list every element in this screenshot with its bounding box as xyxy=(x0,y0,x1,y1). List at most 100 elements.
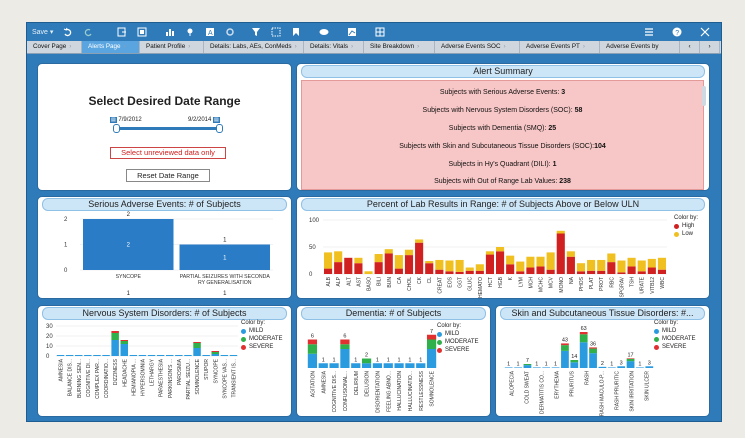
moderate-bar[interactable] xyxy=(570,360,579,363)
text-icon[interactable]: A xyxy=(200,23,220,41)
low-bar[interactable] xyxy=(334,251,343,263)
low-bar[interactable] xyxy=(404,249,414,256)
mild-bar[interactable] xyxy=(220,355,229,356)
mild-bar[interactable] xyxy=(551,367,560,368)
low-bar[interactable] xyxy=(435,259,444,270)
tab-adverse-events-by[interactable]: Adverse Events by xyxy=(600,41,680,53)
alert-line-dementia[interactable]: Subjects with Dementia (SMQ): 25 xyxy=(302,125,703,132)
select-unreviewed-button[interactable]: Select unreviewed data only xyxy=(110,147,226,159)
mild-bar[interactable] xyxy=(626,361,635,368)
moderate-bar[interactable] xyxy=(111,333,119,340)
mild-bar[interactable] xyxy=(351,363,361,368)
tab-alerts-page[interactable]: Alerts Page › xyxy=(82,41,140,53)
tab-site-breakdown[interactable]: Site Breakdown › xyxy=(364,41,435,53)
mild-bar[interactable] xyxy=(394,363,404,368)
high-bar[interactable] xyxy=(324,268,333,274)
low-bar[interactable] xyxy=(384,249,393,254)
severe-bar[interactable] xyxy=(579,332,588,335)
high-bar[interactable] xyxy=(404,255,414,274)
mild-bar[interactable] xyxy=(617,366,626,368)
alert-line-sae[interactable]: Subjects with Serious Adverse Events: 3 xyxy=(302,89,703,96)
tab-scroll-left-icon[interactable]: ‹ xyxy=(680,41,700,53)
high-bar[interactable] xyxy=(506,264,515,274)
low-bar[interactable] xyxy=(647,258,656,268)
mild-bar[interactable] xyxy=(93,355,101,356)
low-bar[interactable] xyxy=(657,257,666,270)
eye-icon[interactable] xyxy=(314,23,334,41)
legend-item-mild[interactable]: MILD xyxy=(241,328,283,334)
moderate-bar[interactable] xyxy=(361,358,372,364)
high-bar[interactable] xyxy=(657,269,666,274)
mild-bar[interactable] xyxy=(329,363,339,368)
alert-line-labs[interactable]: Subjects with Out of Range Lab Values: 2… xyxy=(302,178,703,185)
date-start-handle[interactable] xyxy=(113,124,120,133)
mild-bar[interactable] xyxy=(175,355,183,356)
low-bar[interactable] xyxy=(637,260,646,272)
legend-item-mild[interactable]: MILD xyxy=(654,328,696,334)
filter-icon[interactable] xyxy=(246,23,266,41)
high-bar[interactable] xyxy=(556,233,565,275)
severe-bar[interactable] xyxy=(589,347,597,349)
mild-bar[interactable] xyxy=(561,350,569,368)
high-bar[interactable] xyxy=(435,269,444,274)
mild-bar[interactable] xyxy=(211,354,220,356)
import-icon[interactable] xyxy=(132,23,152,41)
save-menu[interactable]: Save ▾ xyxy=(27,23,58,41)
mild-bar[interactable] xyxy=(532,367,541,368)
mild-bar[interactable] xyxy=(636,367,644,368)
mild-bar[interactable] xyxy=(65,355,74,356)
severe-bar[interactable] xyxy=(626,358,635,359)
mild-bar[interactable] xyxy=(598,366,607,368)
low-bar[interactable] xyxy=(526,256,535,268)
tab-adverse-events-pt[interactable]: Adverse Events PT › xyxy=(520,41,600,53)
high-bar[interactable] xyxy=(546,269,555,274)
moderate-bar[interactable] xyxy=(340,344,350,349)
legend-item-severe[interactable]: SEVERE xyxy=(654,344,696,350)
legend-item-severe[interactable]: SEVERE xyxy=(437,347,479,353)
tab-cover-page[interactable]: Cover Page › xyxy=(27,41,82,53)
date-range-slider-track[interactable] xyxy=(116,127,220,130)
low-bar[interactable] xyxy=(455,259,464,272)
low-bar[interactable] xyxy=(324,252,333,269)
legend-item-low[interactable]: Low xyxy=(674,231,698,237)
high-bar[interactable] xyxy=(526,267,535,274)
mild-bar[interactable] xyxy=(56,355,65,356)
moderate-bar[interactable] xyxy=(561,345,569,351)
severe-bar[interactable] xyxy=(111,331,119,333)
high-bar[interactable] xyxy=(394,268,403,274)
legend-item-moderate[interactable]: MODERATE xyxy=(654,336,696,342)
tab-details-labs[interactable]: Details: Labs, AEs, ConMeds › xyxy=(204,41,304,53)
high-bar[interactable] xyxy=(637,271,646,274)
mild-bar[interactable] xyxy=(340,349,350,368)
mild-bar[interactable] xyxy=(361,363,372,368)
low-bar[interactable] xyxy=(576,263,586,272)
high-bar[interactable] xyxy=(536,266,545,274)
low-bar[interactable] xyxy=(556,230,565,234)
legend-item-severe[interactable]: SEVERE xyxy=(241,344,283,350)
high-bar[interactable] xyxy=(617,272,626,274)
alert-scrollbar[interactable] xyxy=(702,86,706,106)
mild-bar[interactable] xyxy=(589,353,597,368)
severe-bar[interactable] xyxy=(561,343,569,346)
low-bar[interactable] xyxy=(354,257,363,264)
legend-item-high[interactable]: High xyxy=(674,223,698,229)
mild-bar[interactable] xyxy=(307,353,318,368)
high-bar[interactable] xyxy=(415,242,424,274)
bar-chart-icon[interactable] xyxy=(160,23,180,41)
low-bar[interactable] xyxy=(364,271,373,274)
close-icon[interactable] xyxy=(695,23,715,41)
high-bar[interactable] xyxy=(465,270,474,274)
tab-adverse-events-soc[interactable]: Adverse Events SOC › xyxy=(435,41,520,53)
mild-bar[interactable] xyxy=(138,355,147,356)
low-bar[interactable] xyxy=(445,260,454,272)
mild-bar[interactable] xyxy=(102,355,110,356)
severe-bar[interactable] xyxy=(193,342,201,343)
mild-bar[interactable] xyxy=(570,362,579,368)
alert-line-hys[interactable]: Subjects in Hy's Quadrant (DILI): 1 xyxy=(302,161,703,168)
reset-date-range-button[interactable]: Reset Date Range xyxy=(126,169,210,182)
mild-bar[interactable] xyxy=(645,366,654,368)
high-bar[interactable] xyxy=(445,271,454,274)
high-bar[interactable] xyxy=(384,253,393,274)
moderate-bar[interactable] xyxy=(426,339,437,350)
help-icon[interactable]: ? xyxy=(667,23,687,41)
